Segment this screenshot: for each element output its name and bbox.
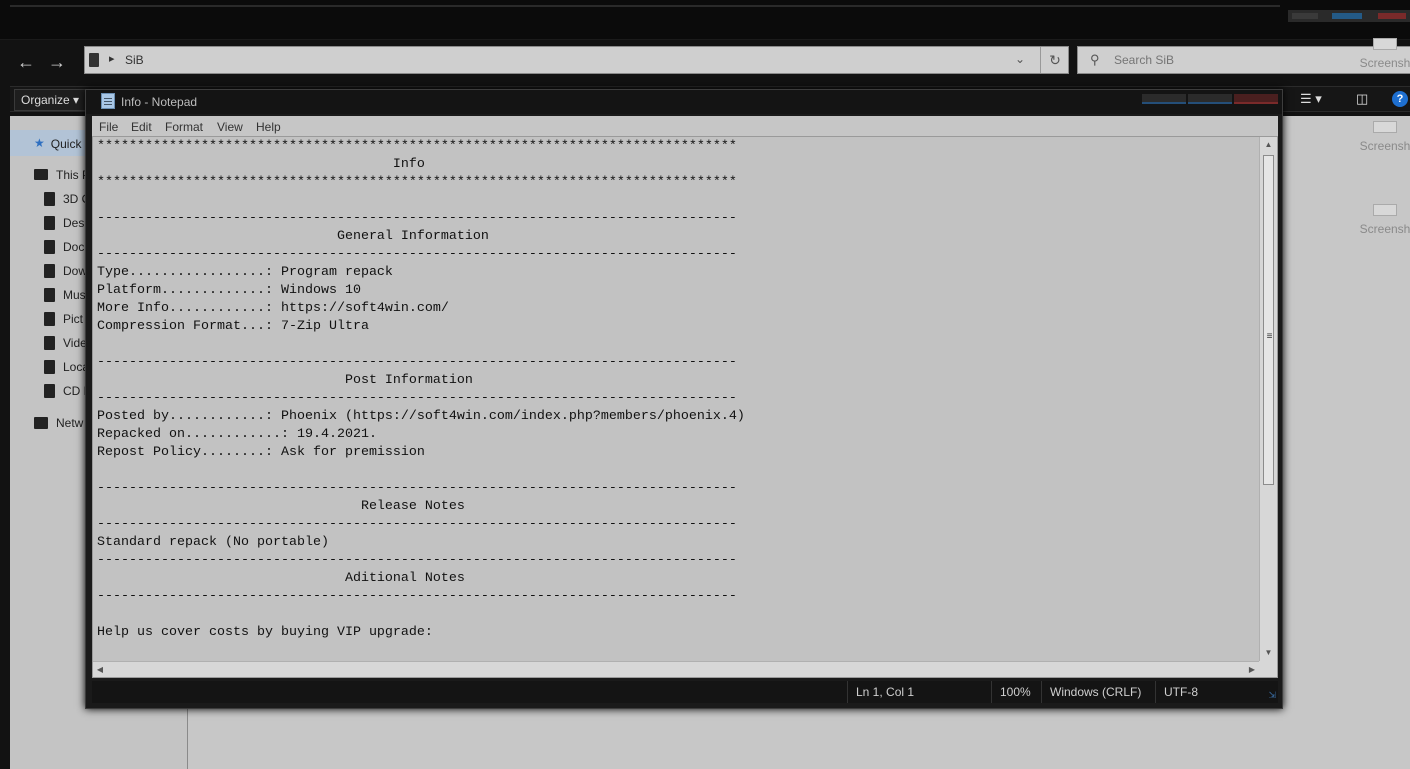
- videos-icon: [44, 335, 55, 350]
- downloads-icon: [44, 263, 55, 278]
- preview-pane-icon[interactable]: ◫: [1356, 91, 1368, 107]
- nav-item-label: Pict: [63, 311, 84, 326]
- chevron-down-icon[interactable]: ⌄: [1015, 52, 1025, 66]
- vertical-scrollbar[interactable]: ▲ ≡ ▼: [1259, 137, 1277, 661]
- network-icon: [34, 416, 48, 429]
- vertical-scroll-thumb[interactable]: ≡: [1263, 155, 1274, 485]
- desktop-icon: [44, 215, 55, 230]
- file-item-screenshot[interactable]: Screensh: [1350, 121, 1410, 153]
- folder-3d-icon: [44, 191, 55, 206]
- menu-edit[interactable]: Edit: [131, 120, 152, 134]
- minimize-button[interactable]: [1142, 94, 1186, 104]
- status-bar: Ln 1, Col 1 100% Windows (CRLF) UTF-8 ⇲: [92, 681, 1278, 703]
- grip-icon: ≡: [1266, 331, 1273, 342]
- document-text[interactable]: ****************************************…: [97, 138, 1257, 642]
- title-divider: [10, 5, 1280, 7]
- menu-bar: File Edit Format View Help: [92, 116, 1278, 136]
- nav-item-label: Mus: [63, 287, 86, 302]
- refresh-icon[interactable]: ↻: [1040, 47, 1069, 73]
- music-icon: [44, 287, 55, 302]
- back-arrow-icon[interactable]: ←: [16, 52, 36, 72]
- help-icon[interactable]: ?: [1392, 91, 1408, 107]
- file-item-label: Screensh: [1359, 139, 1410, 153]
- scroll-right-icon[interactable]: ▶: [1245, 662, 1259, 677]
- image-file-icon: [1373, 38, 1397, 50]
- scroll-left-icon[interactable]: ◀: [93, 662, 107, 677]
- scrollbar-corner: [1259, 661, 1277, 677]
- status-cursor-position: Ln 1, Col 1: [847, 681, 981, 703]
- file-item-screenshot[interactable]: Screensh: [1350, 204, 1410, 236]
- cd-drive-icon: [44, 383, 55, 398]
- nav-item-label: Vide: [63, 335, 87, 350]
- file-item-label: Screensh: [1359, 222, 1410, 236]
- computer-icon: [34, 169, 48, 181]
- notepad-icon: [101, 93, 115, 109]
- explorer-window-controls[interactable]: [1288, 10, 1410, 22]
- nav-item-label: Netw: [56, 415, 84, 430]
- menu-format[interactable]: Format: [165, 120, 203, 134]
- nav-item-label: Dow: [63, 263, 88, 278]
- image-file-icon: [1373, 204, 1397, 216]
- pictures-icon: [44, 311, 55, 326]
- address-bar[interactable]: ▸ SiB ⌄ ↻: [84, 46, 1069, 74]
- scroll-down-icon[interactable]: ▼: [1260, 645, 1277, 661]
- organize-label: Organize: [21, 93, 70, 107]
- menu-help[interactable]: Help: [256, 120, 281, 134]
- explorer-title-strip: [0, 0, 1410, 40]
- horizontal-scrollbar[interactable]: ◀ ▶: [93, 661, 1259, 677]
- notepad-window: Info - Notepad File Edit Format View Hel…: [85, 89, 1283, 709]
- nav-item-label: Quick: [50, 136, 82, 151]
- file-item-screenshot[interactable]: Screensh: [1350, 38, 1410, 70]
- forward-arrow-icon[interactable]: →: [47, 52, 67, 72]
- text-area[interactable]: ****************************************…: [97, 138, 1257, 658]
- menu-view[interactable]: View: [217, 120, 243, 134]
- close-button[interactable]: [1234, 94, 1278, 104]
- scroll-up-icon[interactable]: ▲: [1260, 137, 1277, 153]
- status-zoom: 100%: [991, 681, 1041, 703]
- view-details-icon[interactable]: ☰ ▾: [1300, 91, 1322, 107]
- address-path[interactable]: SiB: [125, 53, 144, 67]
- file-item-label: Screensh: [1359, 56, 1410, 70]
- image-file-icon: [1373, 121, 1397, 133]
- star-icon: ★: [34, 136, 45, 150]
- search-icon: ⚲: [1090, 52, 1100, 67]
- menu-file[interactable]: File: [99, 120, 118, 134]
- resize-grip-icon[interactable]: ⇲: [1268, 690, 1276, 701]
- documents-icon: [44, 239, 55, 254]
- device-icon: [89, 53, 99, 67]
- drive-icon: [44, 359, 55, 374]
- window-title: Info - Notepad: [121, 95, 198, 109]
- text-editor[interactable]: ****************************************…: [92, 136, 1278, 678]
- organize-button[interactable]: Organize ▾: [14, 89, 87, 111]
- chevron-right-icon[interactable]: ▸: [109, 52, 115, 65]
- maximize-button[interactable]: [1188, 94, 1232, 104]
- notepad-title-bar[interactable]: Info - Notepad: [86, 90, 1282, 114]
- status-line-ending: Windows (CRLF): [1041, 681, 1155, 703]
- status-encoding: UTF-8: [1155, 681, 1265, 703]
